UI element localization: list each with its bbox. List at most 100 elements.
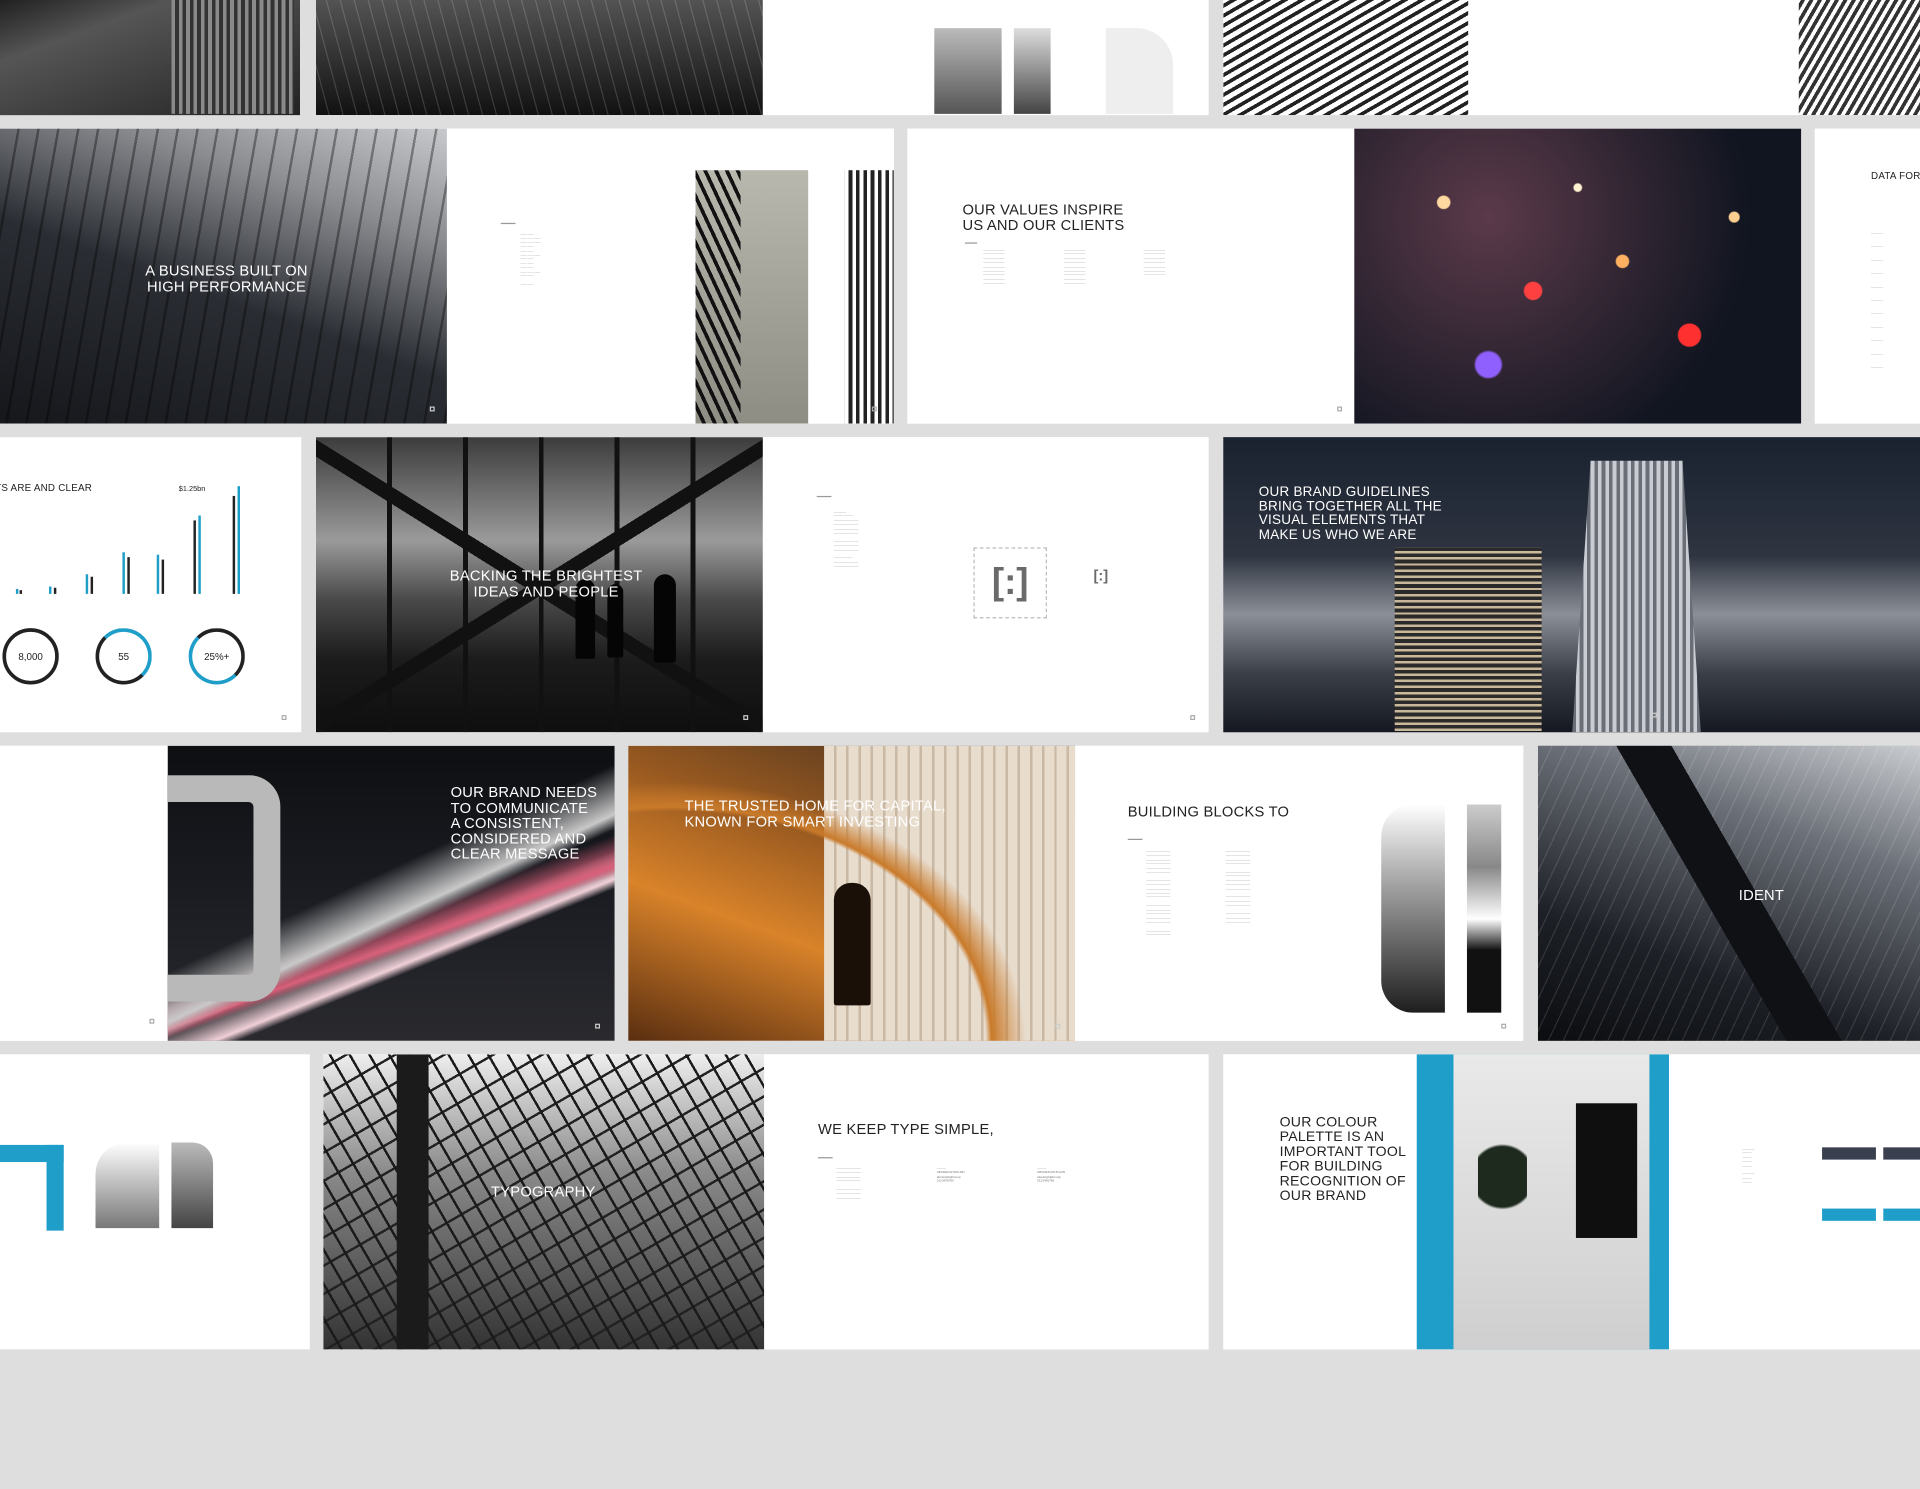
- page-marker: [1190, 715, 1196, 721]
- bokeh-city-photo: [1354, 128, 1802, 424]
- colour-blue-photo: [1416, 1054, 1669, 1350]
- page-marker: [149, 1018, 155, 1024]
- person-silhouette: [653, 574, 676, 663]
- swatch-blue-2: [1883, 1208, 1920, 1221]
- slide-tower-aerial: [0, 0, 301, 116]
- page-marker: [595, 1023, 601, 1029]
- bar: [156, 554, 160, 594]
- logo-min-size-mark: [:]: [1093, 566, 1109, 585]
- slide-business-spread: A BUSINESS BUILT ON HIGH PERFORMANCE —— …: [0, 128, 894, 424]
- page-marker: [743, 715, 749, 721]
- letter-c-photo-2: [695, 170, 809, 424]
- bar: [53, 587, 57, 594]
- slide-data: DATA FOR ———— ———— ———— ———— ———— ———— ———— ———…: [1814, 128, 1920, 424]
- logo-bracket-blue: [0, 1144, 64, 1231]
- plant-photo: [1477, 1127, 1527, 1226]
- highrise-photo: [1572, 460, 1701, 733]
- bar: [122, 552, 125, 594]
- typefaces-page: WE KEEP TYPE SIMPLE, ———————— ———————— ———…: [765, 1054, 1209, 1350]
- page-marker: [871, 406, 877, 412]
- divider-rule: [500, 222, 516, 225]
- man-silhouette: [833, 882, 871, 1006]
- slide-typography-spread: TYPOGRAPHY WE KEEP TYPE SIMPLE, ————————…: [323, 1054, 1209, 1350]
- stats-bar-chart: [12, 486, 245, 594]
- swatch-navy: [1822, 1147, 1876, 1160]
- page-marker: [1651, 712, 1657, 718]
- values-col-3: ——————— ——————— ——————— ——————— ——————— —————…: [1143, 248, 1166, 278]
- divider-rule: [817, 1157, 833, 1159]
- row-4: OUR BRAND NEEDS TO COMMUNICATE A CONSIST…: [0, 745, 1920, 1041]
- slide-spread-1: [315, 0, 1209, 116]
- page-marker: [1337, 406, 1343, 412]
- bar: [19, 590, 23, 594]
- letter-c-photo-4: [95, 1142, 160, 1229]
- values-headline: OUR VALUES INSPIRE US AND OUR CLIENTS: [962, 200, 1125, 234]
- swatch-blue: [1822, 1208, 1876, 1221]
- values-page: OUR VALUES INSPIRE US AND OUR CLIENTS ——…: [907, 128, 1355, 424]
- slide-facade: [1223, 0, 1920, 116]
- stat-ring-1: 8,000: [2, 628, 59, 685]
- divider-rule: [964, 242, 978, 244]
- logo-bracket-shape: [167, 775, 281, 1002]
- row-3: TS ARE AND CLEAR $1.25bn 8,000 55 25%+ B…: [0, 437, 1920, 733]
- bar: [161, 559, 165, 594]
- letter-c-photo-3: [1381, 804, 1445, 1013]
- slide-backing-spread: BACKING THE BRIGHTEST IDEAS AND PEOPLE —…: [315, 437, 1209, 733]
- bridge-tower: [396, 1054, 429, 1350]
- bar: [48, 586, 52, 594]
- row-2: A BUSINESS BUILT ON HIGH PERFORMANCE —— …: [0, 128, 1920, 424]
- typography-headline: TYPOGRAPHY: [491, 1182, 596, 1201]
- palette-page: ———— ——— ——— ——— ——— ———— ——— ———: [1668, 1054, 1920, 1350]
- divider-rule: [816, 495, 832, 498]
- letter-bracket-photo: [171, 1142, 214, 1229]
- page-marker: [281, 715, 287, 721]
- type-intro-text: ———————— ———————— ———————— ———————— ————————…: [836, 1166, 861, 1200]
- slide-ident: IDENT: [1537, 745, 1920, 1041]
- logo-clearspace-mark: [:]: [973, 547, 1047, 619]
- stripe-tower: [695, 170, 741, 424]
- letter-h-stripe: [844, 170, 894, 424]
- palette-text: ———— ——— ——— ——— ——— ———— ——— ———: [1742, 1147, 1755, 1185]
- business-headline: A BUSINESS BUILT ON HIGH PERFORMANCE: [145, 262, 308, 295]
- communicate-headline: OUR BRAND NEEDS TO COMMUNICATE A CONSIST…: [450, 783, 598, 863]
- blocks-col-1: ———————— ———————— ———————— ———————— ————————…: [1146, 849, 1171, 937]
- letter-h-photo: [1013, 28, 1051, 114]
- business-skyline-photo: A BUSINESS BUILT ON HIGH PERFORMANCE: [0, 128, 447, 424]
- letterform-page: [762, 0, 1209, 116]
- office-interior-photo: [1453, 1054, 1650, 1350]
- type-headline: WE KEEP TYPE SIMPLE,: [817, 1120, 994, 1138]
- bar: [198, 515, 201, 594]
- slide-trusted-spread: THE TRUSTED HOME FOR CAPITAL, KNOWN FOR …: [628, 745, 1524, 1041]
- slide-stats: TS ARE AND CLEAR $1.25bn 8,000 55 25%+: [0, 437, 302, 733]
- bar: [15, 588, 19, 594]
- typeface-sample-2: ——— ABCDEFGHIJKLMN abcdefghijklmnop 0123456…: [1037, 1166, 1066, 1184]
- contents-page: —— —— —— —— —— —— —— —— —— —— —— —— —— —— —— —…: [446, 128, 894, 424]
- slide-collage: A BUSINESS BUILT ON HIGH PERFORMANCE —— …: [0, 0, 1920, 1489]
- colour-intro-page: OUR COLOUR PALETTE IS AN IMPORTANT TOOL …: [1223, 1054, 1417, 1350]
- blocks-col-2: ———————— ———————— ———————— ———————— ————————…: [1225, 849, 1251, 925]
- building-facade-photo: [171, 0, 294, 114]
- slide-guidelines: OUR BRAND GUIDELINES BRING TOGETHER ALL …: [1223, 437, 1920, 733]
- typeface-sample-1: ——— ABCDEFGHIJKLMN abcdefghijklmnop 0123456…: [936, 1166, 965, 1184]
- bar: [85, 574, 89, 594]
- swatch-navy-2: [1883, 1147, 1920, 1160]
- page-marker: [1055, 1023, 1061, 1029]
- bridge-trusses: [323, 1054, 765, 1350]
- bar: [193, 520, 196, 594]
- skyscraper-photo: [315, 0, 763, 116]
- tower-perspective: [1537, 745, 1920, 1041]
- slide-colour-spread: OUR COLOUR PALETTE IS AN IMPORTANT TOOL …: [1223, 1054, 1920, 1350]
- bar: [90, 576, 94, 594]
- office-window-photo: BACKING THE BRIGHTEST IDEAS AND PEOPLE: [315, 437, 763, 733]
- bar: [237, 486, 241, 594]
- divider-rule: [1127, 838, 1143, 841]
- light-trails-photo: OUR BRAND NEEDS TO COMMUNICATE A CONSIST…: [167, 745, 615, 1041]
- values-col-2: ——————— ——————— ——————— ——————— ——————— —————…: [1064, 248, 1086, 286]
- ident-headline: IDENT: [1738, 886, 1785, 904]
- stairwell-photo: THE TRUSTED HOME FOR CAPITAL, KNOWN FOR …: [628, 745, 1076, 1041]
- stat-ring-2: 55: [95, 628, 152, 685]
- balcony-pattern-photo: [1223, 0, 1469, 116]
- values-col-1: ——————— ——————— ——————— ——————— ——————— —————…: [983, 248, 1005, 286]
- bridge-photo: TYPOGRAPHY: [323, 1054, 765, 1350]
- building-blocks-page: BUILDING BLOCKS TO ———————— ———————— —————…: [1075, 745, 1524, 1041]
